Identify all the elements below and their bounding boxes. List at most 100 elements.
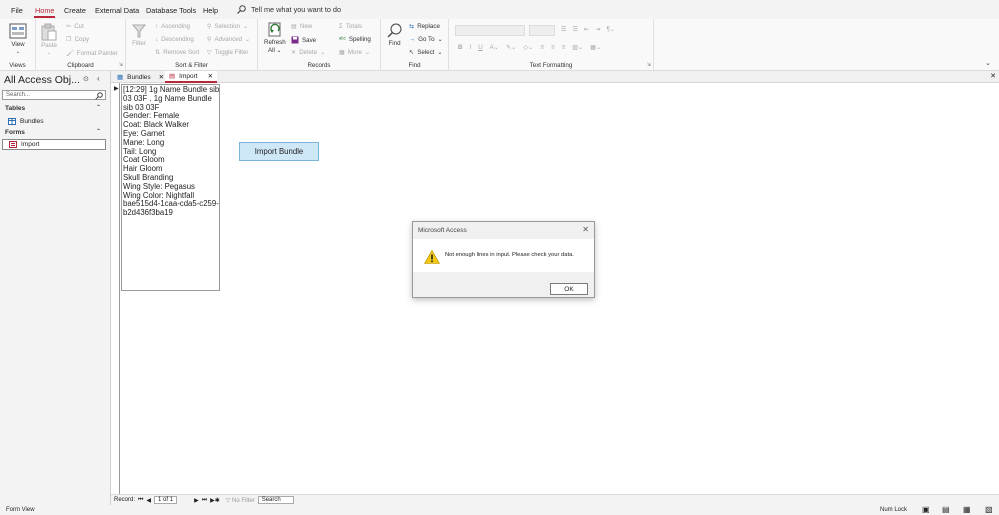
clipboard-group-label: Clipboard xyxy=(67,62,94,69)
filter-button[interactable]: Filter xyxy=(132,24,146,47)
paste-button[interactable]: Paste ⌄ xyxy=(41,23,57,56)
find-button[interactable]: Find xyxy=(387,23,402,47)
nav-item-import[interactable]: Import xyxy=(2,139,106,150)
refresh-all-button[interactable]: Refresh All ⌄ xyxy=(264,22,286,54)
tell-me-search[interactable]: Tell me what you want to do xyxy=(237,5,341,14)
text-formatting-launcher-icon[interactable]: ⇲ xyxy=(647,62,651,68)
record-position-input[interactable]: 1 of 1 xyxy=(154,496,178,504)
bundle-input-textbox[interactable]: [12:29] 1g Name Bundle sib 03 03F . 1g N… xyxy=(121,84,220,291)
more-button[interactable]: ▦ More ⌄ xyxy=(339,49,370,56)
table-icon xyxy=(8,118,16,125)
advanced-button[interactable]: ⚲ Advanced ⌄ xyxy=(207,36,250,43)
outdent-icon[interactable]: ⇤ xyxy=(584,26,589,33)
bullets-icon[interactable]: ☰ xyxy=(561,26,567,33)
menu-home[interactable]: Home xyxy=(33,6,56,18)
delete-button[interactable]: ✕ Delete ⌄ xyxy=(291,49,325,56)
close-icon[interactable]: ✕ xyxy=(582,225,589,234)
italic-icon[interactable]: I xyxy=(469,44,471,51)
bold-icon[interactable]: B xyxy=(458,44,462,51)
nav-section-tables[interactable]: Tables xyxy=(5,105,25,112)
save-icon xyxy=(291,36,299,44)
remove-sort-button[interactable]: ⇅ Remove Sort xyxy=(155,49,199,56)
tell-me-label: Tell me what you want to do xyxy=(251,5,342,14)
search-icon xyxy=(237,5,246,14)
nav-pane-title[interactable]: All Access Obj... xyxy=(4,74,80,86)
record-search-input[interactable]: Search xyxy=(257,496,294,504)
numbering-icon[interactable]: ☰ xyxy=(573,26,579,33)
background-color-icon[interactable]: ▨⌄ xyxy=(572,44,583,51)
new-label: New xyxy=(299,23,313,30)
underline-icon[interactable]: U xyxy=(478,44,482,51)
spelling-button[interactable]: ᵃᵇᶜ Spelling xyxy=(339,36,371,43)
align-left-icon[interactable]: ≡ xyxy=(540,44,544,51)
record-selector[interactable]: ▶ xyxy=(111,83,120,494)
clipboard-launcher-icon[interactable]: ⇲ xyxy=(119,62,123,68)
find-group-label: Find xyxy=(408,62,421,69)
layout-view-icon[interactable]: ▦ xyxy=(963,505,971,514)
collapse-ribbon-icon[interactable]: ⌄ xyxy=(985,59,991,67)
tab-bundles[interactable]: ▦ Bundles ✕ xyxy=(113,71,168,83)
collapse-tables-icon[interactable]: ⌃ xyxy=(96,104,101,111)
align-center-icon[interactable]: ≡ xyxy=(551,44,555,51)
close-icon[interactable]: ✕ xyxy=(208,72,213,80)
new-record-button[interactable]: ▤ New xyxy=(291,23,312,30)
menu-file[interactable]: File xyxy=(11,6,23,15)
import-bundle-button[interactable]: Import Bundle xyxy=(239,142,319,161)
menu-external-data[interactable]: External Data xyxy=(95,6,139,15)
first-record-icon[interactable]: ⏮ xyxy=(138,497,143,504)
view-icon xyxy=(9,23,27,39)
sort-descending-icon: ↓ xyxy=(155,36,159,43)
tab-import[interactable]: ▤ Import ✕ xyxy=(165,71,218,83)
filter-status[interactable]: ▽ No Filter xyxy=(226,497,255,504)
last-record-icon[interactable]: ⏭ xyxy=(202,497,207,504)
ok-button[interactable]: OK xyxy=(550,283,588,295)
next-record-icon[interactable]: ▶ xyxy=(194,497,199,504)
more-label: More xyxy=(347,49,362,56)
menu-create[interactable]: Create xyxy=(64,6,86,15)
font-size-dropdown[interactable] xyxy=(529,25,555,36)
paragraph-direction-icon[interactable]: ¶⌄ xyxy=(607,26,616,33)
tab-label: Bundles xyxy=(127,73,151,81)
fill-color-icon[interactable]: ◇⌄ xyxy=(523,44,533,51)
spelling-icon: ᵃᵇᶜ xyxy=(339,36,346,43)
ascending-button[interactable]: ↑ Ascending xyxy=(155,23,190,30)
highlight-icon[interactable]: ✎⌄ xyxy=(506,44,516,51)
close-document-icon[interactable]: ✕ xyxy=(990,72,996,80)
clipboard-group: Paste ⌄ ✂ Cut ❐ Copy 🖌 Format Painter Clipb… xyxy=(36,19,126,71)
descending-label: Descending xyxy=(161,36,194,43)
indent-icon[interactable]: ⇥ xyxy=(595,26,600,33)
menu-database-tools[interactable]: Database Tools xyxy=(146,6,196,15)
align-right-icon[interactable]: ≡ xyxy=(562,44,566,51)
remove-sort-icon: ⇅ xyxy=(155,49,161,56)
descending-button[interactable]: ↓ Descending xyxy=(155,36,194,43)
gridlines-icon[interactable]: ▦⌄ xyxy=(590,44,601,51)
nav-item-bundles[interactable]: Bundles xyxy=(2,116,106,127)
copy-button[interactable]: ❐ Copy xyxy=(66,36,89,43)
replace-button[interactable]: ⇆ Replace xyxy=(409,23,440,30)
select-button[interactable]: ↖ Select ⌄ xyxy=(409,49,443,56)
datasheet-view-icon[interactable]: ▤ xyxy=(942,505,950,514)
funnel-icon xyxy=(132,24,146,38)
menu-help[interactable]: Help xyxy=(203,6,218,15)
form-view-icon[interactable]: ▣ xyxy=(922,505,930,514)
nav-search-input[interactable]: Search... xyxy=(2,90,106,100)
selection-button[interactable]: ⚲ Selection ⌄ xyxy=(207,23,248,30)
goto-button[interactable]: → Go To ⌄ xyxy=(409,36,443,43)
message-dialog: Microsoft Access ✕ Not enough lines in i… xyxy=(412,221,595,298)
format-painter-button[interactable]: 🖌 Format Painter xyxy=(66,49,118,58)
view-button[interactable]: View ⌄ xyxy=(9,22,27,55)
nav-section-forms[interactable]: Forms xyxy=(5,129,25,136)
save-button[interactable]: Save xyxy=(291,36,316,44)
font-color-icon[interactable]: A⌄ xyxy=(490,44,499,51)
totals-button[interactable]: Σ Totals xyxy=(339,23,362,30)
new-record-nav-icon[interactable]: ▶✱ xyxy=(210,497,220,504)
font-name-dropdown[interactable] xyxy=(455,25,525,36)
toggle-filter-button[interactable]: ▽ Toggle Filter xyxy=(207,49,248,56)
shutter-bar-close-icon[interactable]: ‹ xyxy=(97,74,100,83)
nav-options-icon[interactable]: ⊙ xyxy=(83,75,89,83)
close-icon[interactable]: ✕ xyxy=(159,73,164,81)
collapse-forms-icon[interactable]: ⌃ xyxy=(96,128,101,135)
cut-button[interactable]: ✂ Cut xyxy=(66,23,84,30)
design-view-icon[interactable]: ▧ xyxy=(985,505,993,514)
previous-record-icon[interactable]: ◀ xyxy=(146,497,151,504)
